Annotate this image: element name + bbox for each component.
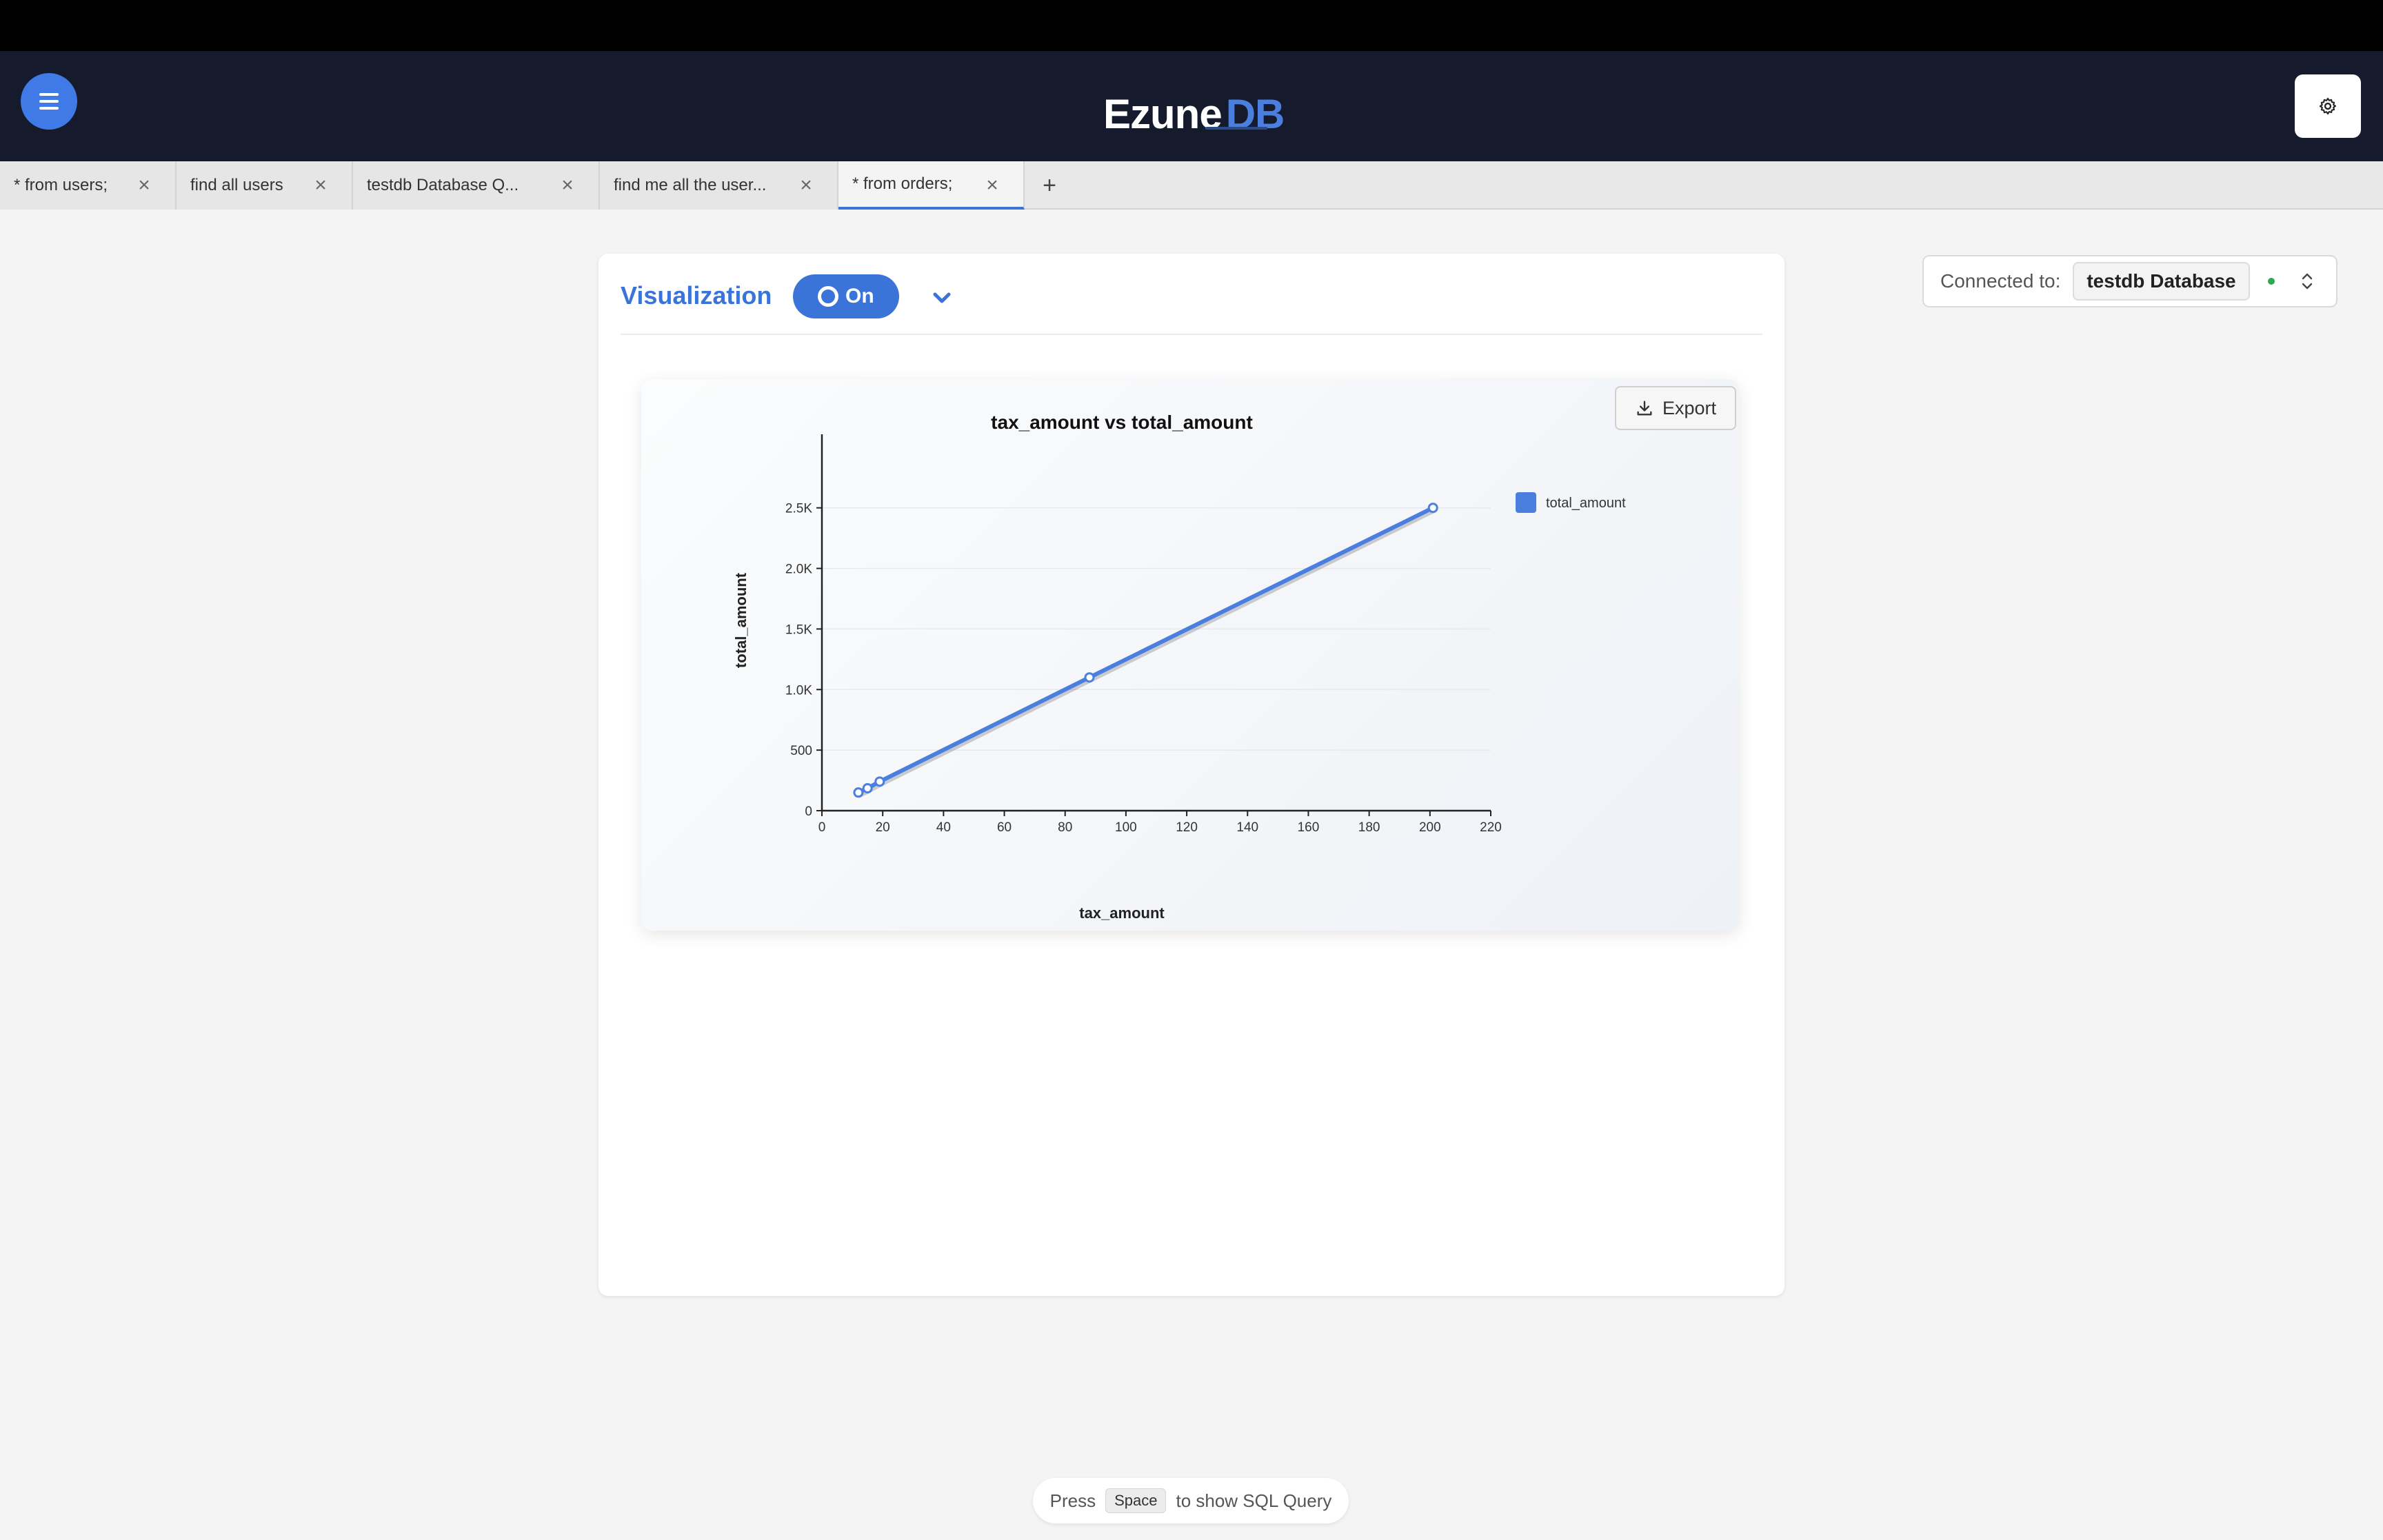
tab-label: * from users; [14,176,108,194]
results-panel: Visualization On tax_amount vs total_amo… [599,254,1784,1296]
visualization-toggle[interactable]: On [793,274,899,318]
x-tick-label: 220 [1480,820,1502,835]
y-tick-label: 1.5K [785,622,812,637]
hint-text-after: to show SQL Query [1176,1490,1332,1511]
legend-label: total_amount [1546,496,1626,511]
sql-query-hint: Press Space to show SQL Query [1033,1478,1349,1523]
logo-text-accent: DB [1225,90,1285,137]
tab-label: find all users [190,176,283,194]
toggle-label: On [845,285,874,307]
close-icon[interactable]: × [982,175,1003,196]
y-axis-label: total_amount [732,572,750,668]
series-line-shadow [857,508,1434,798]
app-header: Ezune DB [0,51,2383,161]
space-key-badge: Space [1105,1488,1167,1513]
query-tab-bar: * from users; × find all users × testdb … [0,161,2383,210]
logo-underline [1205,127,1267,130]
tab-label: testdb Database Q... [367,176,519,194]
panel-divider [621,334,1762,335]
close-icon[interactable]: × [134,175,154,196]
x-tick-label: 0 [818,820,826,835]
tab-testdb-database-query[interactable]: testdb Database Q... × [353,161,600,210]
x-tick-label: 20 [876,820,890,835]
data-point [853,787,864,798]
chevron-updown-icon[interactable] [2300,271,2315,292]
y-tick-label: 0 [805,804,812,819]
download-icon [1637,401,1652,416]
export-button[interactable]: Export [1615,386,1736,430]
database-name: testdb Database [2073,262,2250,301]
tab-label: * from orders; [852,174,953,193]
data-point [874,776,885,787]
y-tick-label: 2.5K [785,502,812,516]
x-tick-label: 80 [1058,820,1072,835]
x-tick-label: 100 [1115,820,1137,835]
hamburger-icon [39,93,59,110]
x-tick-label: 160 [1298,820,1320,835]
close-icon[interactable]: × [310,175,331,196]
tab-find-all-users[interactable]: find all users × [177,161,353,210]
legend-swatch [1516,492,1536,513]
x-tick-label: 60 [997,820,1012,835]
data-point [1427,503,1438,514]
system-top-strip [0,0,2383,51]
y-tick-label: 1.0K [785,683,812,698]
chart-title: tax_amount vs total_amount [991,412,1253,433]
tab-label: find me all the user... [614,176,767,194]
x-tick-label: 200 [1419,820,1441,835]
x-tick-label: 180 [1358,820,1380,835]
menu-button[interactable] [21,73,77,130]
logo-text-primary: Ezune [1103,90,1223,137]
tab-from-users[interactable]: * from users; × [0,161,177,210]
data-point [1084,672,1095,683]
chart-card: tax_amount vs total_amount 0 500 1.0K 1.5K 2.… [641,379,1739,931]
connection-label: Connected to: [1940,270,2061,292]
x-tick-label: 140 [1236,820,1258,835]
y-tick-label: 2.0K [785,563,812,577]
connection-selector[interactable]: Connected to: testdb Database [1922,255,2337,307]
close-icon[interactable]: × [557,175,578,196]
close-icon[interactable]: × [796,175,816,196]
visualization-title: Visualization [621,281,772,310]
connection-status-dot [2267,278,2275,285]
hint-text-before: Press [1049,1490,1096,1511]
gear-icon [2319,97,2337,115]
data-point [862,782,873,793]
line-chart: tax_amount vs total_amount 0 500 1.0K 1.5K 2.… [732,412,1626,922]
settings-button[interactable] [2295,74,2361,138]
export-label: Export [1662,397,1717,418]
tab-from-orders[interactable]: * from orders; × [838,161,1025,210]
x-tick-label: 40 [936,820,951,835]
chevron-down-icon[interactable] [928,284,956,312]
x-axis-label: tax_amount [1079,904,1165,922]
tab-find-me-all-users[interactable]: find me all the user... × [600,161,838,210]
x-tick-label: 120 [1176,820,1198,835]
app-logo: Ezune DB [1103,83,1285,145]
add-tab-button[interactable]: + [1027,161,1072,210]
y-tick-label: 500 [790,744,812,758]
toggle-knob [818,286,838,307]
